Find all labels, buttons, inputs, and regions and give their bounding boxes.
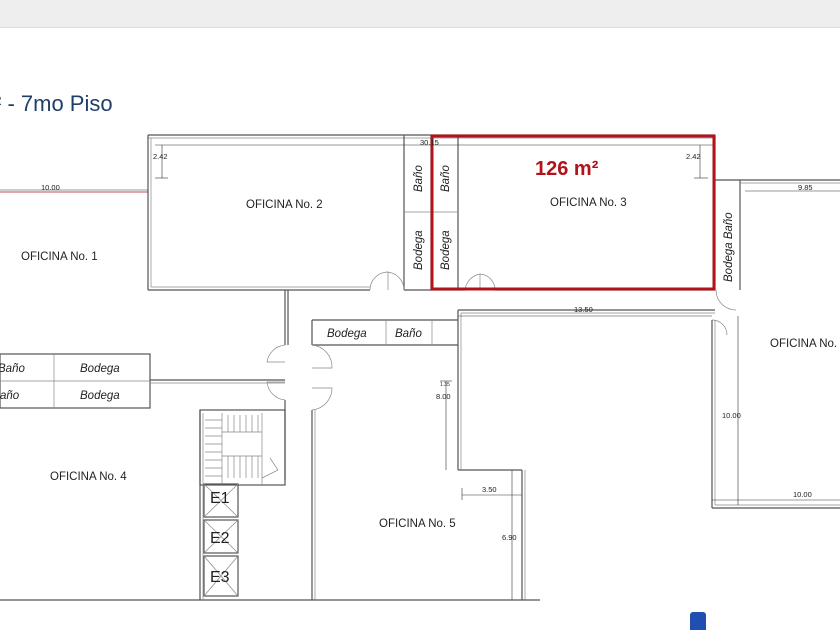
bodega-label-col2: Bodega xyxy=(440,230,452,270)
bano-label-left-top: Baño xyxy=(0,363,25,375)
dim-10-00-left: 10.00 xyxy=(41,183,60,192)
bodega-label-col1: Bodega xyxy=(413,230,425,270)
dim-10-00-right: 10.00 xyxy=(793,490,812,499)
bano-label-left-bottom: año xyxy=(0,390,20,402)
room-label-oficina-2: OFICINA No. 2 xyxy=(246,199,323,211)
room-label-oficina-3: OFICINA No. 3 xyxy=(550,197,627,209)
bano-label-col2: Baño xyxy=(440,165,452,192)
dim-8-00: 8.00 xyxy=(436,392,451,401)
room-label-oficina-1: OFICINA No. 1 xyxy=(21,251,98,263)
bodega-bano-label-right: Bodega Baño xyxy=(723,212,735,282)
stairs xyxy=(205,413,279,485)
bano-label-center: Baño xyxy=(395,328,422,340)
floor-plan: E1 E2 E3 126 m² OFICINA No. 2 OFICINA No… xyxy=(0,134,840,601)
dim-1-35: 1.35 xyxy=(440,382,450,388)
dim-9-85: 9.85 xyxy=(798,183,813,192)
door-swings xyxy=(266,271,737,411)
dim-3-50: 3.50 xyxy=(482,485,497,494)
elevator-e2-label: E2 xyxy=(210,530,230,547)
dim-13-50: 13.50 xyxy=(574,305,593,314)
room-label-oficina-6: OFICINA No. xyxy=(770,338,837,350)
elevator-e1-label: E1 xyxy=(210,490,230,507)
area-label: 126 m² xyxy=(535,158,599,180)
dim-2-42-left: 2.42 xyxy=(153,152,168,161)
dim-10-00-vertical: 10.00 xyxy=(722,411,741,420)
dim-30-15: 30.15 xyxy=(420,138,439,147)
elevator-e3-label: E3 xyxy=(210,569,230,586)
bodega-label-left-top: Bodega xyxy=(80,363,120,375)
bano-label-col1: Baño xyxy=(413,165,425,192)
bodega-label-center: Bodega xyxy=(327,328,367,340)
room-label-oficina-5: OFICINA No. 5 xyxy=(379,518,456,530)
floating-widget-icon[interactable] xyxy=(690,612,706,630)
dim-6-90: 6.90 xyxy=(502,533,517,542)
bodega-label-left-bottom: Bodega xyxy=(80,390,120,402)
room-label-oficina-4: OFICINA No. 4 xyxy=(50,471,127,483)
dim-2-42-right: 2.42 xyxy=(686,152,701,161)
